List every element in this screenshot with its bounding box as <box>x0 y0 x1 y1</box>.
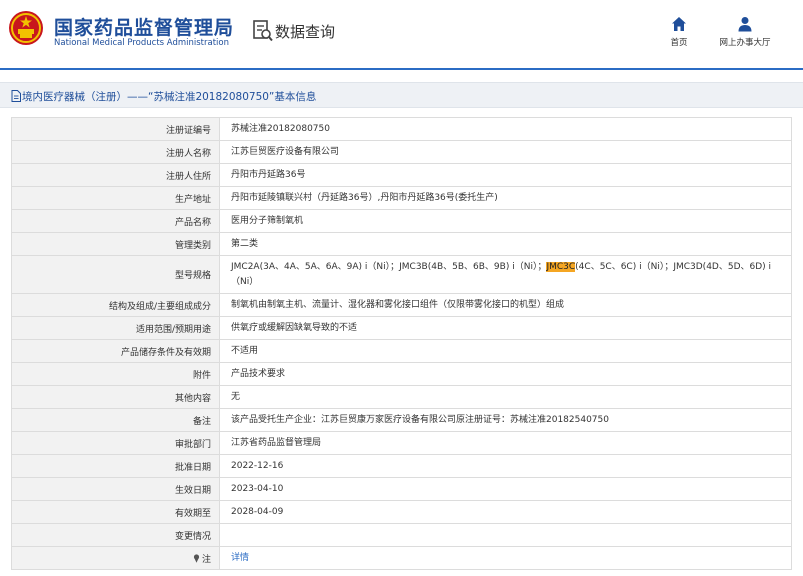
nav-home-link[interactable]: 首页 <box>662 14 696 54</box>
field-value: 医用分子筛制氧机 <box>219 209 792 233</box>
field-value: 丹阳市延陵镇联兴村（丹延路36号）,丹阳市丹延路36号(委托生产) <box>219 186 792 210</box>
field-label: 生产地址 <box>11 186 220 210</box>
field-value: 不适用 <box>219 339 792 363</box>
field-value: 第二类 <box>219 232 792 256</box>
field-label: 生效日期 <box>11 477 220 501</box>
page-title: 数据查询 <box>275 23 336 41</box>
search-highlight: JMC3C <box>546 261 576 272</box>
breadcrumb: 境内医疗器械（注册）——“苏械注准20182080750”基本信息 <box>0 82 803 108</box>
field-value: 江苏巨贸医疗设备有限公司 <box>219 140 792 164</box>
field-label: 结构及组成/主要组成成分 <box>11 293 220 317</box>
table-row: 附件 产品技术要求 <box>11 362 792 386</box>
field-value: 苏械注准20182080750 <box>219 117 792 141</box>
agency-name-cn: 国家药品监督管理局 <box>54 17 235 39</box>
search-document-icon <box>253 20 273 42</box>
field-value: 供氧疗或缓解因缺氧导致的不适 <box>219 316 792 340</box>
field-value: 江苏省药品监督管理局 <box>219 431 792 455</box>
field-value: 2023-04-10 <box>219 477 792 501</box>
field-label: 适用范围/预期用途 <box>11 316 220 340</box>
table-row: 适用范围/预期用途 供氧疗或缓解因缺氧导致的不适 <box>11 316 792 340</box>
details-link[interactable]: 详情 <box>231 553 249 563</box>
note-label-cell: 注 <box>11 546 220 570</box>
document-icon <box>11 90 21 102</box>
field-value: 无 <box>219 385 792 409</box>
table-row: 有效期至 2028-04-09 <box>11 500 792 524</box>
table-row: 产品储存条件及有效期 不适用 <box>11 339 792 363</box>
nav-online-hall-link[interactable]: 网上办事大厅 <box>714 14 776 54</box>
field-value <box>219 523 792 547</box>
table-row: 其他内容 无 <box>11 385 792 409</box>
site-header: 国家药品监督管理局 National Medical Products Admi… <box>0 0 803 68</box>
field-value: 2022-12-16 <box>219 454 792 478</box>
table-row: 变更情况 <box>11 523 792 547</box>
field-value: 2028-04-09 <box>219 500 792 524</box>
pin-icon <box>193 553 200 563</box>
table-row: 结构及组成/主要组成成分 制氧机由制氧主机、流量计、湿化器和雾化接口组件（仅限带… <box>11 293 792 317</box>
field-value-model-spec: JMC2A(3A、4A、5A、6A、9A) i（Ni）；JMC3B(4B、5B、… <box>219 255 792 294</box>
agency-name-en: National Medical Products Administration <box>54 38 229 48</box>
field-label: 审批部门 <box>11 431 220 455</box>
model-spec-text-before: JMC2A(3A、4A、5A、6A、9A) i（Ni）；JMC3B(4B、5B、… <box>231 261 547 272</box>
field-label: 管理类别 <box>11 232 220 256</box>
field-label: 注册人住所 <box>11 163 220 187</box>
field-label: 产品名称 <box>11 209 220 233</box>
table-row: 管理类别 第二类 <box>11 232 792 256</box>
field-label: 变更情况 <box>11 523 220 547</box>
field-value: 该产品受托生产企业：江苏巨贸康万家医疗设备有限公司原注册证号：苏械注准20182… <box>219 408 792 432</box>
field-value-cell: 详情 <box>219 546 792 570</box>
field-label: 有效期至 <box>11 500 220 524</box>
nav-online-hall-label: 网上办事大厅 <box>719 38 771 48</box>
table-row: 生产地址 丹阳市延陵镇联兴村（丹延路36号）,丹阳市丹延路36号(委托生产) <box>11 186 792 210</box>
nav-home-label: 首页 <box>670 38 688 48</box>
user-icon <box>738 17 752 32</box>
registration-detail-table: 注册证编号 苏械注准20182080750 注册人名称 江苏巨贸医疗设备有限公司… <box>11 117 792 570</box>
table-row: 注册人住所 丹阳市丹延路36号 <box>11 163 792 187</box>
field-label: 附件 <box>11 362 220 386</box>
field-label: 注册证编号 <box>11 117 220 141</box>
table-row: 批准日期 2022-12-16 <box>11 454 792 478</box>
field-label: 注 <box>201 554 211 565</box>
field-label: 其他内容 <box>11 385 220 409</box>
breadcrumb-text: 境内医疗器械（注册）——“苏械注准20182080750”基本信息 <box>22 91 317 103</box>
table-row: 注册人名称 江苏巨贸医疗设备有限公司 <box>11 140 792 164</box>
table-row: 生效日期 2023-04-10 <box>11 477 792 501</box>
field-label: 产品储存条件及有效期 <box>11 339 220 363</box>
home-icon <box>672 17 686 31</box>
field-value: 产品技术要求 <box>219 362 792 386</box>
table-row: 注 详情 <box>11 546 792 570</box>
field-label: 注册人名称 <box>11 140 220 164</box>
field-label: 批准日期 <box>11 454 220 478</box>
field-value: 丹阳市丹延路36号 <box>219 163 792 187</box>
field-value: 制氧机由制氧主机、流量计、湿化器和雾化接口组件（仅限带雾化接口的机型）组成 <box>219 293 792 317</box>
header-divider <box>0 68 803 70</box>
table-row: 审批部门 江苏省药品监督管理局 <box>11 431 792 455</box>
field-label: 型号规格 <box>11 255 220 294</box>
table-row: 注册证编号 苏械注准20182080750 <box>11 117 792 141</box>
table-row: 产品名称 医用分子筛制氧机 <box>11 209 792 233</box>
national-emblem-icon <box>9 11 43 45</box>
table-row: 备注 该产品受托生产企业：江苏巨贸康万家医疗设备有限公司原注册证号：苏械注准20… <box>11 408 792 432</box>
table-row: 型号规格 JMC2A(3A、4A、5A、6A、9A) i（Ni）；JMC3B(4… <box>11 255 792 294</box>
field-label: 备注 <box>11 408 220 432</box>
